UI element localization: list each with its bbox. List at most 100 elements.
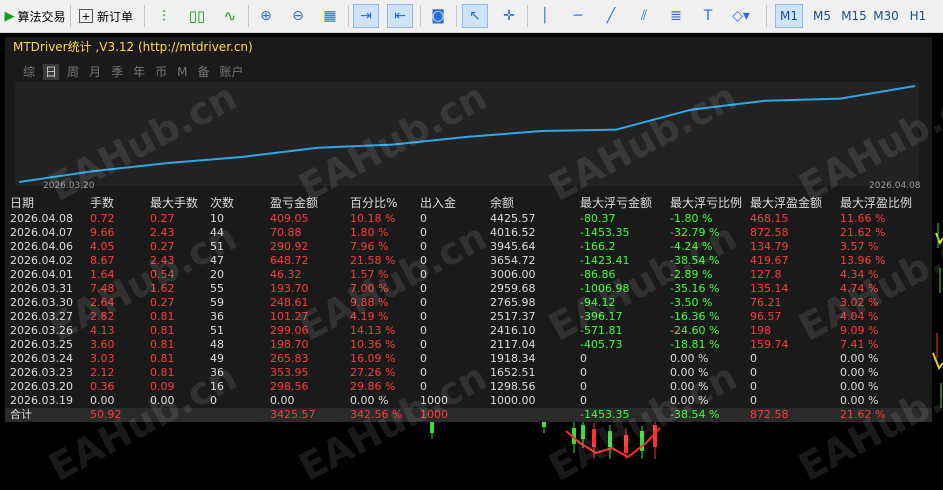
tab-summary[interactable]: 综 bbox=[21, 64, 37, 80]
tab-year[interactable]: 年 bbox=[131, 64, 147, 80]
timeframe-h1[interactable]: H1 bbox=[905, 4, 931, 28]
bar-chart-icon[interactable]: ⫶ bbox=[152, 4, 176, 28]
table-cell: 101.27 bbox=[270, 310, 309, 323]
column-header: 百分比% bbox=[350, 196, 398, 210]
algo-trading-label: 算法交易 bbox=[17, 9, 66, 24]
equity-line bbox=[18, 85, 916, 183]
new-order-button[interactable]: + 新订单 bbox=[74, 4, 138, 28]
table-row: 2026.03.25 3.60 0.81 48 198.70 10.36 % 0 2117.0… bbox=[5, 338, 932, 352]
table-row: 2026.03.23 2.12 0.81 36 353.95 27.26 % 0 1652.5… bbox=[5, 366, 932, 380]
table-cell: 0.00 % bbox=[840, 366, 879, 379]
shapes-icon[interactable]: ◇▾ bbox=[726, 4, 756, 28]
horizontal-line-icon[interactable]: ─ bbox=[566, 4, 590, 28]
fibonacci-icon[interactable]: ≣ bbox=[664, 4, 688, 28]
table-cell: 0 bbox=[420, 296, 427, 309]
column-header: 余额 bbox=[490, 196, 515, 210]
tab-account[interactable]: 账户 bbox=[217, 64, 245, 80]
text-icon[interactable]: T bbox=[696, 4, 720, 28]
screenshot-icon[interactable]: ◙ bbox=[426, 4, 450, 28]
timeframe-m5[interactable]: M5 bbox=[808, 4, 836, 28]
table-cell: 9.88 % bbox=[350, 296, 389, 309]
table-cell: 0 bbox=[420, 352, 427, 365]
table-cell: 1000.00 bbox=[490, 394, 536, 407]
table-row: 2026.03.30 2.64 0.27 59 248.61 9.88 % 0 2765.98… bbox=[5, 296, 932, 310]
table-cell: 0.00 bbox=[90, 394, 115, 407]
table-cell: 11.66 % bbox=[840, 212, 886, 225]
vertical-line-icon[interactable]: │ bbox=[533, 4, 557, 28]
table-cell: -396.17 bbox=[580, 310, 623, 323]
table-cell: 872.58 bbox=[750, 408, 789, 421]
grid-icon[interactable]: ▦ bbox=[318, 4, 342, 28]
play-icon: ▶ bbox=[4, 8, 15, 24]
table-cell: 159.74 bbox=[750, 338, 789, 351]
table-cell: 2026.03.25 bbox=[10, 338, 73, 351]
tab-week[interactable]: 周 bbox=[65, 64, 81, 80]
table-cell: -80.37 bbox=[580, 212, 616, 225]
table-cell: 2765.98 bbox=[490, 296, 536, 309]
crosshair-icon[interactable]: ✛ bbox=[497, 4, 521, 28]
table-cell: 127.8 bbox=[750, 268, 782, 281]
tab-month[interactable]: 月 bbox=[87, 64, 103, 80]
line-chart-icon[interactable]: ∿ bbox=[218, 4, 242, 28]
table-cell: 4.04 % bbox=[840, 310, 879, 323]
cursor-icon[interactable]: ↖ bbox=[462, 4, 488, 28]
table-cell: 0 bbox=[580, 394, 587, 407]
table-cell: 0.09 bbox=[150, 380, 175, 393]
table-cell: 55 bbox=[210, 282, 224, 295]
column-header: 手数 bbox=[90, 196, 115, 210]
table-cell: 648.72 bbox=[270, 254, 309, 267]
table-cell: 14.13 % bbox=[350, 324, 396, 337]
autoscroll-icon[interactable]: ⇥ bbox=[353, 4, 379, 28]
chart-shift-icon[interactable]: ⇤ bbox=[387, 4, 413, 28]
candlestick-icon[interactable]: ▯▯ bbox=[185, 4, 209, 28]
table-cell: 0 bbox=[420, 240, 427, 253]
zoom-in-icon[interactable]: ⊕ bbox=[254, 4, 278, 28]
timeframe-m30[interactable]: M30 bbox=[871, 4, 901, 28]
table-cell: -24.60 % bbox=[670, 324, 720, 337]
table-cell: 13.96 % bbox=[840, 254, 886, 267]
tab-magic[interactable]: M bbox=[175, 64, 189, 80]
tab-quarter[interactable]: 季 bbox=[109, 64, 125, 80]
table-cell: 44 bbox=[210, 226, 224, 239]
table-cell: 0 bbox=[420, 268, 427, 281]
trendline-icon[interactable]: ╱ bbox=[599, 4, 623, 28]
tab-day[interactable]: 日 bbox=[43, 64, 60, 80]
table-cell: 1918.34 bbox=[490, 352, 536, 365]
table-row: 2026.03.20 0.36 0.09 16 298.56 29.86 % 0 1298.5… bbox=[5, 380, 932, 394]
table-cell: 7.96 % bbox=[350, 240, 389, 253]
algo-trading-button[interactable]: ▶ 算法交易 bbox=[2, 4, 68, 28]
table-cell: 1000 bbox=[420, 394, 448, 407]
table-cell: 3654.72 bbox=[490, 254, 536, 267]
table-cell: 468.15 bbox=[750, 212, 789, 225]
tab-note[interactable]: 备 bbox=[195, 64, 211, 80]
timeframe-m15[interactable]: M15 bbox=[839, 4, 869, 28]
table-cell: 0.27 bbox=[150, 212, 175, 225]
timeframe-m1[interactable]: M1 bbox=[775, 4, 803, 28]
table-cell: 0.00 bbox=[270, 394, 295, 407]
table-cell: 0.00 % bbox=[670, 394, 709, 407]
table-cell: 36 bbox=[210, 310, 224, 323]
table-cell: 2026.04.07 bbox=[10, 226, 73, 239]
table-cell: 49 bbox=[210, 352, 224, 365]
zoom-out-icon[interactable]: ⊖ bbox=[286, 4, 310, 28]
table-cell: 0 bbox=[580, 380, 587, 393]
table-cell: 0 bbox=[750, 366, 757, 379]
table-cell: 0 bbox=[580, 352, 587, 365]
table-cell: 0.00 % bbox=[670, 380, 709, 393]
table-cell: -1423.41 bbox=[580, 254, 630, 267]
table-cell: 342.56 % bbox=[350, 408, 403, 421]
tab-currency[interactable]: 币 bbox=[153, 64, 169, 80]
table-cell: 0.36 bbox=[90, 380, 115, 393]
table-cell: 0.81 bbox=[150, 366, 175, 379]
table-cell: -16.36 % bbox=[670, 310, 720, 323]
table-cell: 10.18 % bbox=[350, 212, 396, 225]
column-header: 最大浮盈比例 bbox=[840, 196, 913, 210]
table-cell: 2.64 bbox=[90, 296, 115, 309]
table-cell: 3945.64 bbox=[490, 240, 536, 253]
column-header: 日期 bbox=[10, 196, 35, 210]
table-cell: 合计 bbox=[10, 408, 32, 421]
table-cell: 198 bbox=[750, 324, 771, 337]
channel-icon[interactable]: ⫽ bbox=[632, 4, 656, 28]
table-cell: 96.57 bbox=[750, 310, 782, 323]
table-cell: -405.73 bbox=[580, 338, 623, 351]
